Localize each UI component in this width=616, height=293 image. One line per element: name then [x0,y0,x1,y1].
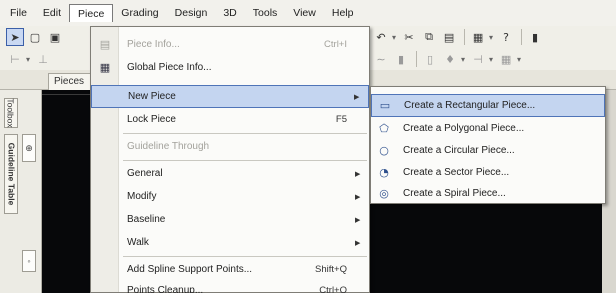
submenu-item-create-circular-piece[interactable]: ○ Create a Circular Piece... [371,139,605,162]
align-dropdown-icon[interactable]: ▾ [489,55,493,64]
menu-item-shortcut: Ctrl+I [324,39,347,50]
copy-icon[interactable]: ⧉ [420,28,438,46]
menu-item-new-piece[interactable]: New Piece ▶ [91,85,369,108]
undo-icon[interactable]: ↶ [372,28,390,46]
menu-item-label: General [127,168,163,179]
menu-help[interactable]: Help [324,4,362,22]
submenu-item-label: Create a Rectangular Piece... [404,100,536,111]
submenu-arrow-icon: ▶ [355,170,361,178]
measure-icon[interactable]: ⊥ [34,50,52,68]
menu-item-shortcut: F5 [335,114,347,125]
menu-piece[interactable]: Piece [69,4,114,22]
menu-item-global-piece-info[interactable]: ▦ Global Piece Info... [91,56,369,79]
submenu-item-label: Create a Spiral Piece... [403,188,506,199]
paste-icon[interactable]: ▤ [440,28,458,46]
menu-item-baseline[interactable]: Baseline ▶ [91,208,369,231]
menu-item-modify[interactable]: Modify ▶ [91,185,369,208]
undo-dropdown-icon[interactable]: ▾ [392,33,396,42]
sector-icon: ◔ [379,166,389,179]
submenu-item-create-rectangular-piece[interactable]: ▭ Create a Rectangular Piece... [371,94,605,117]
polygon-icon: ⬠ [379,122,389,135]
menu-grading[interactable]: Grading [113,4,166,22]
menu-item-label: New Piece [128,91,176,102]
select-arrow-icon[interactable]: ➤ [6,28,24,46]
piece-info-icon: ▤ [99,38,111,51]
cut-icon[interactable]: ✂ [400,28,418,46]
menu-separator [123,160,367,161]
menu-item-label: Points Cleanup... [127,285,204,293]
rectangle-icon: ▭ [379,99,391,112]
tool-icon[interactable]: ⊢ [6,50,24,68]
marker-icon[interactable]: ▮ [392,50,410,68]
menu-item-shortcut: Shift+Q [315,264,347,275]
panel-icon[interactable]: ▮ [526,28,544,46]
menu-item-label: Guideline Through [127,141,210,152]
piece-menu: ▤ Piece Info... Ctrl+I ▦ Global Piece In… [90,26,370,293]
circle-icon: ○ [379,144,389,157]
curve-icon[interactable]: ∼ [372,50,390,68]
menu-separator [123,133,367,134]
tab-pieces[interactable]: Pieces [48,73,94,90]
submenu-item-create-spiral-piece[interactable]: ◎ Create a Spiral Piece... [371,182,605,205]
menu-edit[interactable]: Edit [35,4,69,22]
menu-item-label: Modify [127,191,157,202]
menu-tools[interactable]: Tools [245,4,286,22]
new-piece-submenu: ▭ Create a Rectangular Piece... ⬠ Create… [370,86,606,204]
tab-toolbox[interactable]: Toolbox [4,98,18,128]
menu-item-label: Lock Piece [127,114,176,125]
toolbar-divider [464,29,466,45]
menubar: File Edit Piece Grading Design 3D Tools … [0,0,616,26]
menu-design[interactable]: Design [167,4,216,22]
global-piece-info-icon: ▦ [99,61,111,74]
toolbar-divider [521,29,523,45]
open-file-icon[interactable]: ▣ [46,28,64,46]
grid-icon[interactable]: ▦ [497,50,515,68]
menu-item-shortcut: Ctrl+Q [319,285,347,293]
submenu-item-label: Create a Sector Piece... [403,167,510,178]
menu-item-add-spline-support-points[interactable]: Add Spline Support Points... Shift+Q [91,258,369,281]
menu-separator [123,256,367,257]
new-file-icon[interactable]: ▢ [26,28,44,46]
menu-3d[interactable]: 3D [215,4,244,22]
menu-item-label: Walk [127,237,149,248]
align-icon[interactable]: ⊣ [469,50,487,68]
menu-item-label: Baseline [127,214,166,225]
submenu-arrow-icon: ▶ [355,239,361,247]
toolbar-divider [416,51,417,67]
menu-item-points-cleanup[interactable]: Points Cleanup... Ctrl+Q [91,279,369,293]
spiral-icon: ◎ [379,187,389,200]
pin-dropdown-icon[interactable]: ▾ [461,55,465,64]
menu-item-piece-info[interactable]: ▤ Piece Info... Ctrl+I [91,33,369,56]
submenu-item-label: Create a Polygonal Piece... [403,123,525,134]
submenu-item-create-polygonal-piece[interactable]: ⬠ Create a Polygonal Piece... [371,117,605,140]
submenu-arrow-icon: ▶ [355,216,361,224]
pin-icon[interactable]: ♦ [441,50,459,68]
toolbox-label: Toolbox [6,98,16,128]
tool-dropdown-icon[interactable]: ▾ [26,55,30,64]
submenu-item-label: Create a Circular Piece... [403,145,515,156]
panel-pin-icon[interactable]: ⊕ [22,134,36,162]
help-icon[interactable]: ? [497,28,515,46]
menu-item-label: Piece Info... [127,39,180,50]
menu-item-lock-piece[interactable]: Lock Piece F5 [91,108,369,131]
frame-icon[interactable]: ▯ [421,50,439,68]
left-panel: Toolbox Guideline Table ⊕ ◦ [0,90,42,293]
menu-view[interactable]: View [285,4,324,22]
layout-icon[interactable]: ▦ [469,28,487,46]
grid-dropdown-icon[interactable]: ▾ [517,55,521,64]
guideline-table-label: Guideline Table [6,142,17,206]
submenu-arrow-icon: ▶ [355,193,361,201]
menu-item-label: Add Spline Support Points... [127,264,253,275]
menu-item-label: Global Piece Info... [127,62,212,73]
panel-collapse-icon[interactable]: ◦ [22,250,36,272]
menu-file[interactable]: File [2,4,35,22]
submenu-item-create-sector-piece[interactable]: ◔ Create a Sector Piece... [371,161,605,184]
menu-item-general[interactable]: General ▶ [91,162,369,185]
layout-dropdown-icon[interactable]: ▾ [489,33,493,42]
menu-item-walk[interactable]: Walk ▶ [91,231,369,254]
menu-item-guideline-through[interactable]: Guideline Through [91,135,369,158]
submenu-arrow-icon: ▶ [354,93,360,101]
tab-guideline-table[interactable]: Guideline Table [4,134,18,214]
